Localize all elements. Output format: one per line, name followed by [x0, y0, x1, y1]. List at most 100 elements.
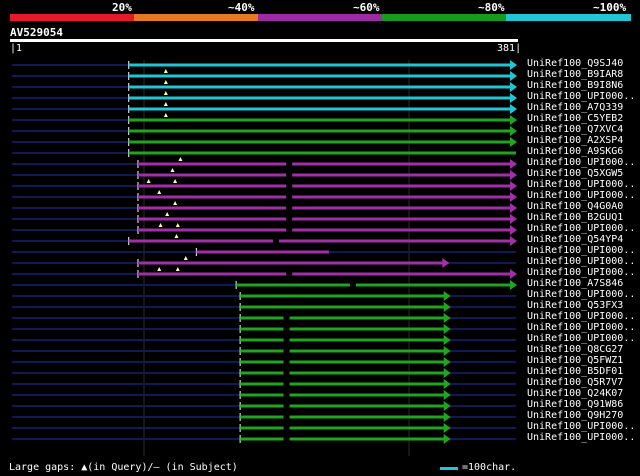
hit-row[interactable] — [12, 248, 516, 256]
hit-label[interactable]: UniRef100_B2GUQ1 — [527, 212, 623, 223]
hit-row[interactable] — [12, 137, 517, 147]
hit-label[interactable]: UniRef100_UPI000.. — [527, 333, 635, 344]
hit-label[interactable]: UniRef100_UPI000.. — [527, 289, 635, 300]
hit-arrow — [510, 269, 517, 279]
hit-row[interactable] — [12, 149, 516, 157]
hit-row[interactable] — [12, 256, 516, 268]
hit-label[interactable]: UniRef100_Q91W86 — [527, 399, 623, 410]
hit-arrow — [443, 401, 451, 411]
hit-row[interactable] — [12, 102, 517, 114]
hit-label[interactable]: UniRef100_UPI000.. — [527, 91, 635, 102]
query-gap-marker — [170, 168, 175, 172]
hit-label[interactable]: UniRef100_UPI000.. — [527, 179, 635, 190]
blast-graphic-overview: 20% ~40% ~60% ~80% ~100% AV529054 |1 381… — [0, 0, 640, 476]
hit-label[interactable]: UniRef100_C5YEB2 — [527, 113, 623, 124]
query-gap-marker — [157, 267, 162, 271]
hit-arrow — [510, 82, 517, 92]
hit-label[interactable]: UniRef100_A7Q339 — [527, 102, 623, 113]
hit-label[interactable]: UniRef100_A9SKG6 — [527, 146, 623, 157]
hit-row[interactable] — [12, 401, 516, 411]
hit-label[interactable]: UniRef100_UPI000.. — [527, 157, 635, 168]
hit-arrow — [510, 126, 517, 136]
hit-row[interactable] — [12, 212, 517, 224]
hit-label[interactable]: UniRef100_Q53FX3 — [527, 300, 623, 311]
hit-row[interactable] — [12, 201, 517, 213]
hit-arrow — [443, 324, 451, 334]
hit-label[interactable]: UniRef100_Q5XGW5 — [527, 168, 623, 179]
hit-label[interactable]: UniRef100_Q4G0A0 — [527, 201, 623, 212]
hit-arrow — [443, 313, 451, 323]
hit-label[interactable]: UniRef100_B9I8N6 — [527, 80, 623, 91]
hit-row[interactable] — [12, 291, 516, 301]
hit-label[interactable]: UniRef100_UPI000.. — [527, 190, 635, 201]
hit-row[interactable] — [12, 434, 516, 444]
hit-label[interactable]: UniRef100_B9IAR8 — [527, 69, 623, 80]
hit-row[interactable] — [12, 223, 517, 235]
query-gap-marker — [163, 91, 168, 95]
hit-row[interactable] — [12, 60, 517, 70]
hit-label[interactable]: UniRef100_Q54YP4 — [527, 234, 623, 245]
hit-row[interactable] — [12, 335, 516, 345]
hit-row[interactable] — [12, 168, 517, 180]
hit-arrow — [510, 280, 517, 290]
hit-arrow — [510, 115, 517, 125]
hit-label[interactable]: UniRef100_Q8CG27 — [527, 344, 623, 355]
legend-large-gaps: Large gaps: ▲(in Query)/– (in Subject) — [9, 462, 238, 473]
hit-row[interactable] — [12, 91, 517, 103]
hit-arrow — [443, 357, 451, 367]
hit-row[interactable] — [12, 368, 516, 378]
hit-row[interactable] — [12, 302, 516, 312]
hit-label[interactable]: UniRef100_B5DF01 — [527, 366, 623, 377]
hit-arrow — [443, 346, 451, 356]
hit-row[interactable] — [12, 346, 516, 356]
hit-arrow — [510, 192, 517, 202]
hit-label[interactable]: UniRef100_UPI000.. — [527, 322, 635, 333]
query-gap-marker — [163, 102, 168, 106]
hit-row[interactable] — [12, 313, 516, 323]
query-gap-marker — [178, 157, 183, 161]
hit-row[interactable] — [12, 267, 517, 279]
hit-row[interactable] — [12, 379, 516, 389]
query-gap-marker — [163, 80, 168, 84]
hit-row[interactable] — [12, 69, 517, 81]
hit-label[interactable]: UniRef100_A2XSP4 — [527, 135, 623, 146]
hit-label[interactable]: UniRef100_UPI000.. — [527, 432, 635, 443]
hit-row[interactable] — [12, 157, 517, 169]
hit-label[interactable]: UniRef100_Q9SJ40 — [527, 58, 623, 69]
hit-arrow — [510, 159, 517, 169]
hit-label[interactable]: UniRef100_Q5R7V7 — [527, 377, 623, 388]
hit-label[interactable]: UniRef100_UPI000.. — [527, 311, 635, 322]
hit-arrow — [443, 390, 451, 400]
hit-label[interactable]: UniRef100_Q9H270 — [527, 410, 623, 421]
hit-arrow — [510, 203, 517, 213]
hit-row[interactable] — [12, 234, 517, 246]
hit-arrow — [443, 434, 451, 444]
query-gap-marker — [163, 69, 168, 73]
hit-arrow — [510, 137, 517, 147]
hit-row[interactable] — [12, 280, 517, 290]
query-gap-marker — [175, 267, 180, 271]
hit-label[interactable]: UniRef100_UPI000.. — [527, 267, 635, 278]
hit-row[interactable] — [12, 190, 517, 202]
hit-row[interactable] — [12, 324, 516, 334]
hit-label[interactable]: UniRef100_UPI000.. — [527, 245, 635, 256]
hit-row[interactable] — [12, 179, 517, 191]
hit-label[interactable]: UniRef100_Q5FWZ1 — [527, 355, 623, 366]
hit-label[interactable]: UniRef100_A7S846 — [527, 278, 623, 289]
hit-row[interactable] — [12, 80, 517, 92]
hit-row[interactable] — [12, 126, 517, 136]
hit-arrow — [510, 104, 517, 114]
hit-row[interactable] — [12, 113, 517, 125]
hit-row[interactable] — [12, 412, 516, 422]
hit-row[interactable] — [12, 423, 516, 433]
hit-arrow — [443, 335, 451, 345]
hit-label[interactable]: UniRef100_Q7XVC4 — [527, 124, 623, 135]
hit-label[interactable]: UniRef100_UPI000.. — [527, 223, 635, 234]
hit-label[interactable]: UniRef100_UPI000.. — [527, 256, 635, 267]
hit-row[interactable] — [12, 390, 516, 400]
query-gap-marker — [183, 256, 188, 260]
hit-label[interactable]: UniRef100_UPI000.. — [527, 421, 635, 432]
hit-row[interactable] — [12, 357, 516, 367]
hit-label[interactable]: UniRef100_Q24K07 — [527, 388, 623, 399]
hit-arrow — [510, 71, 517, 81]
